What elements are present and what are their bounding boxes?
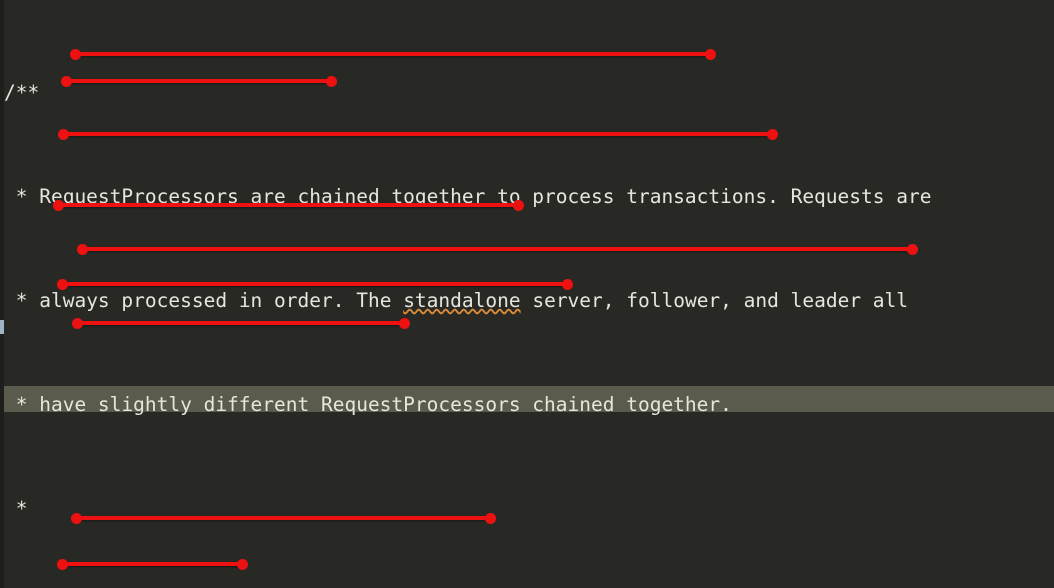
line-3-prefix: * — [4, 289, 40, 312]
line-3-text-b: server, follower, and leader all — [520, 289, 909, 312]
misspelled-word: standalone — [403, 289, 521, 312]
line-4-text: * have slightly different RequestProcess… — [4, 393, 732, 416]
code-editor[interactable]: /** * RequestProcessors are chained toge… — [0, 0, 1054, 588]
code-line-4[interactable]: * have slightly different RequestProcess… — [4, 392, 1054, 418]
line-1-text: /** — [4, 81, 40, 104]
code-line-2[interactable]: * RequestProcessors are chained together… — [4, 184, 1054, 210]
line-5-text: * — [4, 497, 28, 520]
line-3-text-a: always processed in order. The — [39, 289, 404, 312]
code-text[interactable]: /** * RequestProcessors are chained toge… — [4, 0, 1054, 588]
code-line-1[interactable]: /** — [4, 80, 1054, 106]
line-2-text: * RequestProcessors are chained together… — [4, 185, 932, 208]
code-line-3[interactable]: * always processed in order. The standal… — [4, 288, 1054, 314]
code-line-5[interactable]: * — [4, 496, 1054, 522]
